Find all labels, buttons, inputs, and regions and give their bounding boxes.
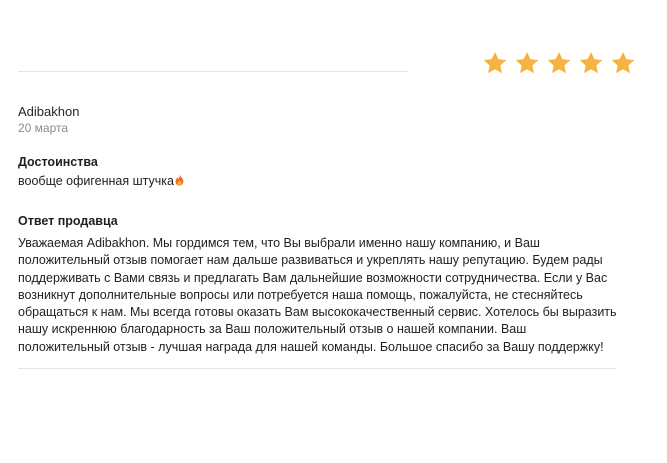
pros-text: вообще офигенная штучка [18, 174, 174, 188]
review-author[interactable]: Adibakhon [18, 104, 618, 120]
pros-text-container: вообще офигенная штучка [18, 173, 618, 190]
pros-title: Достоинства [18, 155, 98, 169]
seller-reply-text: Уважаемая Adibakhon. Мы гордимся тем, чт… [18, 236, 617, 354]
star-icon [611, 51, 635, 74]
star-icon [483, 51, 507, 74]
review-card: Adibakhon 20 марта Достоинства вообще оф… [18, 104, 618, 356]
review-date: 20 марта [18, 121, 69, 135]
top-divider [18, 71, 408, 72]
star-icon [515, 51, 539, 74]
seller-reply-title: Ответ продавца [18, 214, 118, 228]
rating-stars [482, 50, 636, 76]
fire-icon [175, 174, 184, 186]
bottom-divider [18, 368, 616, 369]
star-icon [579, 51, 603, 74]
star-icon [547, 51, 571, 74]
